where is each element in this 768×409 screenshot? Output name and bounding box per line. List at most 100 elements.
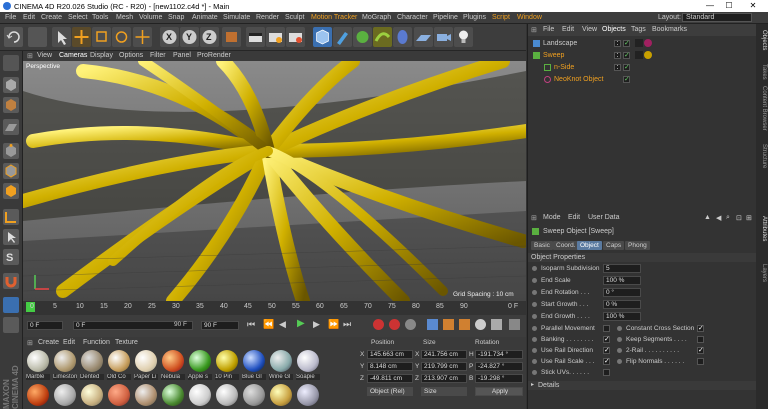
texture-mode-icon[interactable] xyxy=(3,97,19,113)
menu-tools[interactable]: Tools xyxy=(92,14,108,21)
keep-segments-checkbox[interactable] xyxy=(697,336,704,343)
object-name[interactable]: Landscape xyxy=(543,40,577,47)
am-menu-user-data[interactable]: User Data xyxy=(588,214,620,221)
magnet-icon[interactable] xyxy=(3,273,19,289)
details-section[interactable]: ▸ Details xyxy=(528,381,757,390)
autokey-icon[interactable] xyxy=(389,319,400,330)
axis-mode-icon[interactable] xyxy=(3,209,19,225)
render-to-picture-viewer-icon[interactable] xyxy=(266,27,285,47)
material-swatch[interactable] xyxy=(270,384,292,406)
menu-sculpt[interactable]: Sculpt xyxy=(285,14,304,21)
material-swatch[interactable] xyxy=(243,384,265,406)
points-mode-icon[interactable] xyxy=(3,143,19,159)
end-frame-field[interactable]: 90 F xyxy=(201,321,239,330)
material-swatch[interactable] xyxy=(189,384,211,406)
minimize-button[interactable]: — xyxy=(705,1,715,11)
banking-checkbox[interactable]: ✓ xyxy=(603,336,610,343)
material-swatch[interactable] xyxy=(297,384,319,406)
om-layout-icon[interactable]: ⊞ xyxy=(531,26,537,34)
end-scale-field[interactable]: 100 % xyxy=(603,276,641,285)
object-row-nside[interactable]: n-Side : ✓ xyxy=(528,63,757,74)
menu-mograph[interactable]: MoGraph xyxy=(362,14,391,21)
menu-render[interactable]: Render xyxy=(256,14,279,21)
cube-icon[interactable] xyxy=(313,27,332,47)
flip-normals-checkbox[interactable] xyxy=(697,358,704,365)
enabled-check[interactable]: ✓ xyxy=(623,52,630,59)
menu-mesh[interactable]: Mesh xyxy=(116,14,133,21)
menu-simulate[interactable]: Simulate xyxy=(223,14,250,21)
tag-icon[interactable] xyxy=(635,51,643,59)
material-swatch[interactable] xyxy=(297,350,319,372)
stick-uvs-checkbox[interactable] xyxy=(603,369,610,376)
material-swatch[interactable] xyxy=(108,384,130,406)
goto-end-icon[interactable]: ⏭ xyxy=(343,319,351,330)
pos-z-field[interactable]: -49.811 cm xyxy=(367,374,413,383)
next-key-icon[interactable]: ⏩ xyxy=(328,319,339,330)
apply-button[interactable]: Apply xyxy=(475,387,523,396)
isoparm-field[interactable]: 5 xyxy=(603,264,641,273)
vp-menu-options[interactable]: Options xyxy=(119,52,143,59)
material-swatch[interactable] xyxy=(54,350,76,372)
material-swatch[interactable] xyxy=(162,384,184,406)
object-row-neoknot[interactable]: NeoKnot Object ✓ xyxy=(528,75,757,86)
select-cursor-icon[interactable] xyxy=(52,27,71,47)
key-rotation-icon[interactable] xyxy=(459,319,470,330)
render-settings-icon[interactable] xyxy=(286,27,305,47)
current-frame-field[interactable]: 0 F xyxy=(27,321,63,330)
use-rail-scale-checkbox[interactable]: ✓ xyxy=(603,358,610,365)
tab-phong[interactable]: Phong xyxy=(625,241,650,250)
material-swatch[interactable] xyxy=(162,350,184,372)
pos-x-field[interactable]: 145.663 cm xyxy=(367,350,413,359)
record-icon[interactable] xyxy=(373,319,384,330)
material-swatch[interactable] xyxy=(216,384,238,406)
menu-motion-tracker[interactable]: Motion Tracker xyxy=(311,14,357,21)
material-swatch[interactable] xyxy=(216,350,238,372)
vp-menu-panel[interactable]: Panel xyxy=(173,52,191,59)
edges-mode-icon[interactable] xyxy=(3,163,19,179)
y-axis-icon[interactable]: Y xyxy=(180,27,199,47)
x-axis-icon[interactable]: X xyxy=(160,27,179,47)
rot-p-field[interactable]: -24.827 ° xyxy=(475,362,523,371)
material-tag-icon[interactable] xyxy=(644,51,652,59)
pen-spline-icon[interactable] xyxy=(333,27,352,47)
viewport-layout-icon[interactable]: ⊞ xyxy=(27,52,33,60)
keyframe-selection-icon[interactable] xyxy=(405,319,416,330)
coordinate-mode-select[interactable]: Object (Rel) xyxy=(367,387,413,396)
material-swatch[interactable] xyxy=(270,350,292,372)
scale-tool-icon[interactable] xyxy=(92,27,111,47)
om-menu-file[interactable]: File xyxy=(543,26,554,33)
workplane-icon[interactable] xyxy=(3,119,19,135)
timeline-ruler[interactable]: 0 5 10 15 20 25 30 35 40 45 50 55 60 65 … xyxy=(23,301,526,315)
redo-icon[interactable] xyxy=(28,27,47,47)
snap-icon[interactable]: S xyxy=(3,249,19,265)
rot-h-field[interactable]: -191.734 ° xyxy=(475,350,523,359)
tweak-mode-icon[interactable] xyxy=(3,229,19,245)
size-x-field[interactable]: 241.756 cm xyxy=(421,350,467,359)
timeline-menu-icon[interactable] xyxy=(509,319,520,330)
tab-coord[interactable]: Coord. xyxy=(553,241,579,250)
next-frame-icon[interactable]: ▶ xyxy=(313,319,320,330)
material-tag-icon[interactable] xyxy=(644,39,652,47)
menu-animate[interactable]: Animate xyxy=(192,14,218,21)
menu-pipeline[interactable]: Pipeline xyxy=(433,14,458,21)
menu-character[interactable]: Character xyxy=(397,14,428,21)
om-menu-view[interactable]: View xyxy=(582,26,597,33)
menu-create[interactable]: Create xyxy=(41,14,62,21)
end-growth-field[interactable]: 100 % xyxy=(603,312,641,321)
material-swatch[interactable] xyxy=(135,384,157,406)
strip-tab-attributes[interactable]: Attributes xyxy=(757,216,767,241)
om-menu-tags[interactable]: Tags xyxy=(631,26,646,33)
deformer-icon[interactable] xyxy=(393,27,412,47)
menu-file[interactable]: File xyxy=(5,14,16,21)
menu-volume[interactable]: Volume xyxy=(139,14,162,21)
vp-menu-display[interactable]: Display xyxy=(90,52,113,59)
visibility-dots[interactable]: : xyxy=(614,52,621,59)
am-menu-mode[interactable]: Mode xyxy=(543,214,561,221)
play-icon[interactable]: ▶ xyxy=(297,318,305,329)
om-menu-edit[interactable]: Edit xyxy=(562,26,574,33)
parallel-movement-checkbox[interactable] xyxy=(603,325,610,332)
model-mode-icon[interactable] xyxy=(3,77,19,93)
tab-object[interactable]: Object xyxy=(577,241,602,250)
enabled-check[interactable]: ✓ xyxy=(623,40,630,47)
pos-y-field[interactable]: 8.148 cm xyxy=(367,362,413,371)
